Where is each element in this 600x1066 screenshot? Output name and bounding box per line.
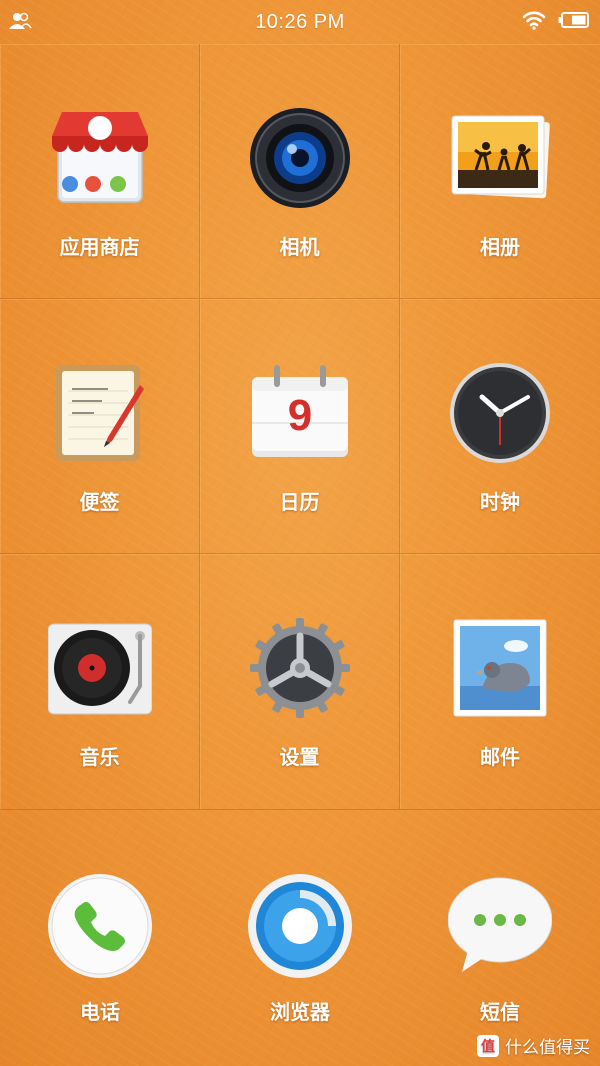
settings-icon[interactable] (248, 616, 352, 720)
clock-icon[interactable] (448, 361, 552, 465)
app-label: 便签 (79, 490, 120, 514)
app-label: 时钟 (480, 490, 520, 514)
settings-tile[interactable]: 设置 (200, 554, 400, 810)
gallery-icon[interactable] (448, 106, 552, 210)
notes-tile[interactable]: 便签 (0, 299, 200, 554)
phone-tile[interactable]: 电话 (0, 810, 200, 1066)
app-grid: 应用商店 相机 相册 便签 9 日历 时钟 音乐 设置 邮件 (0, 44, 600, 810)
browser-icon[interactable] (248, 874, 352, 978)
app-label: 邮件 (480, 745, 520, 769)
mail-icon[interactable] (448, 616, 552, 720)
watermark: 值 什么值得买 (477, 1033, 590, 1058)
camera-tile[interactable]: 相机 (200, 44, 400, 299)
clock-time: 10:26 PM (255, 10, 345, 33)
app-label: 电话 (80, 1000, 120, 1024)
battery-icon (558, 11, 590, 29)
music-icon[interactable] (48, 616, 152, 720)
watermark-badge: 值 (477, 1034, 499, 1057)
app-store-tile[interactable]: 应用商店 (0, 44, 200, 299)
app-label: 应用商店 (59, 235, 140, 259)
sms-icon[interactable] (448, 874, 552, 978)
app-store-icon[interactable] (48, 106, 152, 210)
app-label: 相册 (480, 235, 520, 259)
app-label: 音乐 (79, 745, 120, 769)
camera-icon[interactable] (248, 106, 352, 210)
calendar-icon[interactable]: 9 (248, 361, 352, 465)
calendar-tile[interactable]: 9 日历 (200, 299, 400, 554)
browser-tile[interactable]: 浏览器 (200, 810, 400, 1066)
calendar-day: 9 (287, 391, 313, 440)
mail-tile[interactable]: 邮件 (400, 554, 600, 810)
phone-icon[interactable] (48, 874, 152, 978)
clock-tile[interactable]: 时钟 (400, 299, 600, 554)
status-bar: 10:26 PM (0, 0, 600, 44)
gallery-tile[interactable]: 相册 (400, 44, 600, 299)
wifi-icon (522, 10, 546, 30)
app-label: 设置 (279, 745, 320, 769)
app-label: 短信 (480, 1000, 520, 1024)
watermark-text: 什么值得买 (505, 1038, 590, 1058)
sms-tile[interactable]: 短信 (400, 810, 600, 1066)
notes-icon[interactable] (48, 361, 152, 465)
app-label: 日历 (279, 490, 320, 514)
contacts-icon (8, 11, 32, 31)
app-label: 浏览器 (270, 1000, 330, 1024)
music-tile[interactable]: 音乐 (0, 554, 200, 810)
dock: 电话 浏览器 短信 (0, 810, 600, 1066)
app-label: 相机 (279, 235, 320, 259)
